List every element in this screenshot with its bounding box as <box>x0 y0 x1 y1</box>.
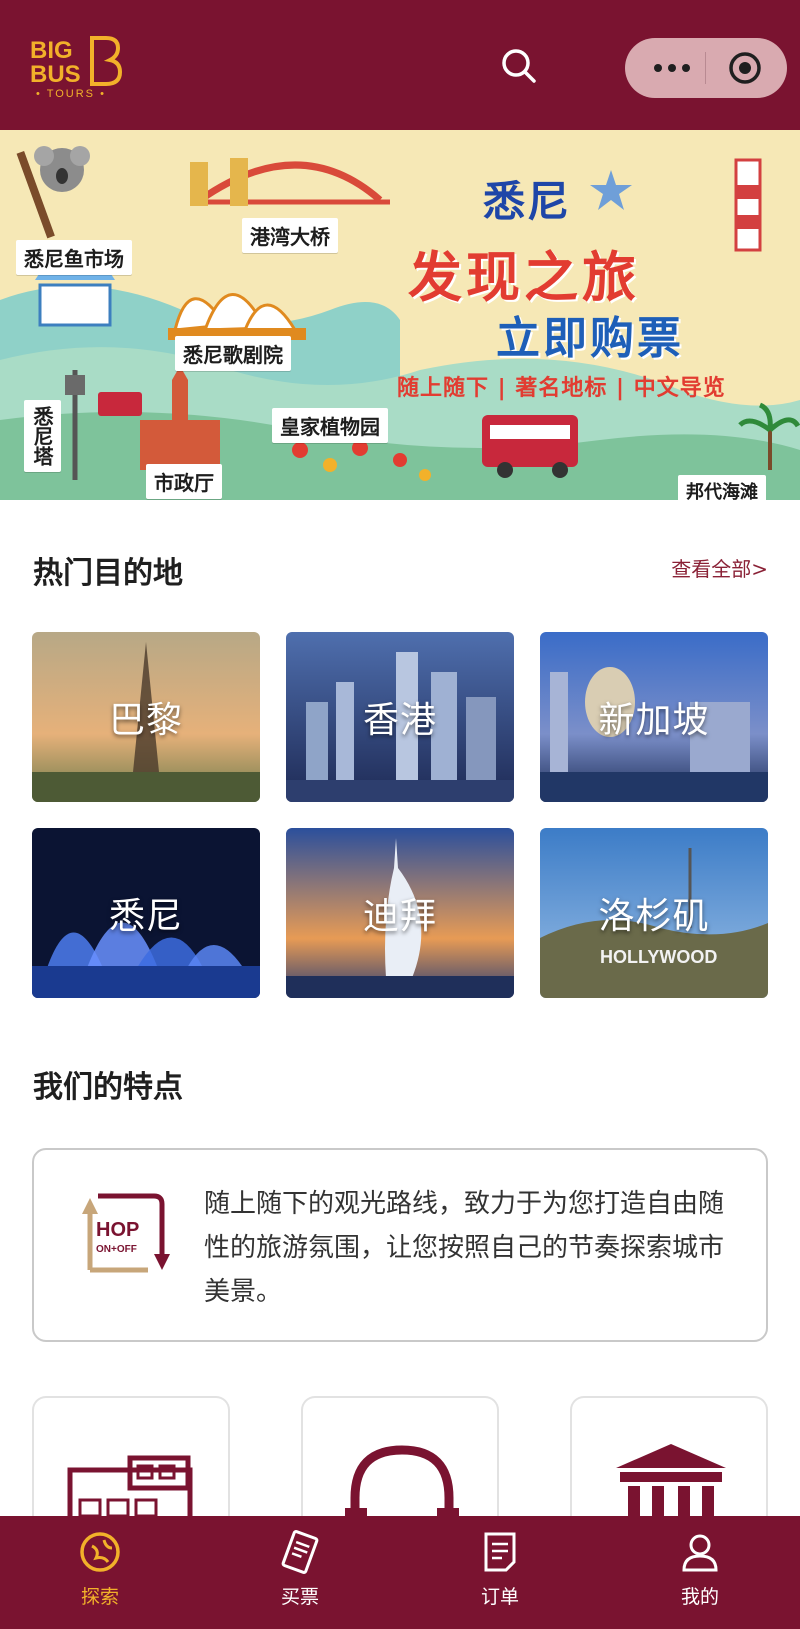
feature-card-audio-guide[interactable] <box>301 1396 499 1536</box>
destination-label: 洛杉矶 <box>598 896 710 937</box>
destination-card-hongkong[interactable]: 香港 <box>286 632 514 802</box>
feature-description: 随上随下的观光路线，致力于为您打造自由随性的旅游氛围，让您按照自己的节奏探索城市… <box>204 1189 725 1307</box>
destination-label: 新加坡 <box>598 700 710 741</box>
bottom-tab-bar: 探索 买票 订单 我的 <box>0 1516 800 1629</box>
pin-bondi-beach: 邦代海滩 <box>678 475 766 500</box>
tab-orders[interactable]: 订单 <box>430 1516 570 1629</box>
promo-banner[interactable]: 悉尼 发现之旅 立即购票 随上随下 | 著名地标 | 中文导览 悉尼鱼市场 港湾… <box>0 130 800 500</box>
pin-fish-market: 悉尼鱼市场 <box>16 240 132 275</box>
big-bus-logo[interactable]: BIG BUS • TOURS • <box>30 34 126 100</box>
see-all-link[interactable]: 查看全部> <box>671 553 768 582</box>
more-icon[interactable] <box>641 38 703 98</box>
tab-buy-tickets[interactable]: 买票 <box>230 1516 370 1629</box>
banner-city-title: 悉尼 <box>483 177 572 226</box>
svg-text:• TOURS •: • TOURS • <box>36 88 106 100</box>
destination-card-singapore[interactable]: 新加坡 <box>540 632 768 802</box>
tab-label: 我的 <box>680 1586 719 1608</box>
profile-icon <box>682 1534 718 1572</box>
ticket-icon <box>281 1530 319 1574</box>
pin-sydney-tower: 悉尼塔 <box>24 400 61 472</box>
svg-text:BUS: BUS <box>30 61 81 88</box>
destination-card-losangeles[interactable]: HOLLYWOOD 洛杉矶 <box>540 828 768 998</box>
destination-label: 香港 <box>362 700 437 741</box>
svg-text:BIG: BIG <box>30 37 73 64</box>
pin-botanic-garden: 皇家植物园 <box>272 408 388 443</box>
hop-on-off-feature-card: HOP ON+OFF 随上随下的观光路线，致力于为您打造自由随性的旅游氛围，让您… <box>32 1148 768 1342</box>
pin-opera-house: 悉尼歌剧院 <box>175 336 291 371</box>
banner-cta-title: 立即购票 <box>496 313 684 364</box>
feature-card-bus[interactable] <box>32 1396 230 1536</box>
features-title: 我们的特点 <box>33 1070 183 1105</box>
tab-label: 订单 <box>480 1586 519 1608</box>
destination-label: 巴黎 <box>108 700 183 741</box>
hop-on-off-icon: HOP ON+OFF <box>82 1193 170 1273</box>
top-header: BIG BUS • TOURS • <box>0 0 800 130</box>
destination-card-paris[interactable]: 巴黎 <box>32 632 260 802</box>
destination-label: 迪拜 <box>362 896 437 937</box>
tab-label: 探索 <box>80 1586 119 1608</box>
destinations-title: 热门目的地 <box>33 556 183 591</box>
destination-card-sydney[interactable]: 悉尼 <box>32 828 260 998</box>
pin-town-hall: 市政厅 <box>146 464 222 499</box>
banner-subtitle: 随上随下 | 著名地标 | 中文导览 <box>397 376 726 401</box>
tab-explore[interactable]: 探索 <box>30 1516 170 1629</box>
order-icon <box>484 1532 516 1572</box>
hop-text: HOP <box>96 1219 139 1241</box>
tab-profile[interactable]: 我的 <box>630 1516 770 1629</box>
tab-label: 买票 <box>280 1586 319 1608</box>
explore-icon <box>80 1532 120 1572</box>
pin-harbour-bridge: 港湾大桥 <box>242 218 338 253</box>
banner-main-title: 发现之旅 <box>408 246 640 309</box>
feature-card-landmarks[interactable] <box>570 1396 768 1536</box>
destination-label: 悉尼 <box>108 896 183 937</box>
miniprogram-capsule <box>625 38 787 98</box>
capsule-divider <box>705 52 706 84</box>
close-target-icon[interactable] <box>728 51 762 85</box>
destination-card-dubai[interactable]: 迪拜 <box>286 828 514 998</box>
search-icon[interactable] <box>497 44 541 88</box>
on-off-text: ON+OFF <box>96 1244 137 1255</box>
